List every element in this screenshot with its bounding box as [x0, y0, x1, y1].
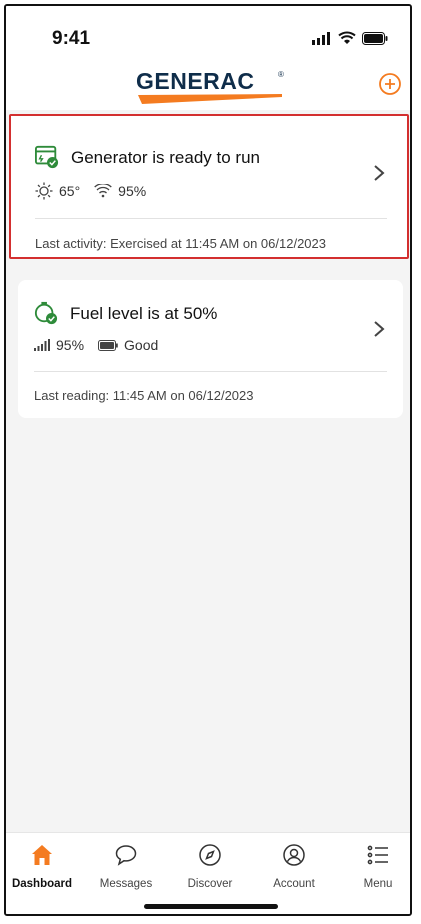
compass-icon	[199, 844, 221, 866]
logo-text: GENERAC	[136, 68, 255, 94]
logo-swoosh	[138, 94, 282, 104]
home-indicator[interactable]	[144, 904, 278, 909]
fuel-level-card[interactable]: Fuel level is at 50% 95% Good Last readi…	[18, 280, 403, 418]
status-icons	[312, 31, 388, 45]
last-reading-text: Last reading: 11:45 AM on 06/12/2023	[34, 388, 254, 403]
account-icon	[283, 844, 305, 866]
cellular-signal-icon	[312, 31, 330, 45]
wifi-signal-icon	[94, 184, 112, 198]
battery-icon	[98, 339, 118, 351]
sun-icon	[35, 182, 53, 200]
status-bar: 9:41	[6, 6, 410, 68]
home-icon	[32, 845, 52, 865]
logo-registered-mark: ®	[278, 70, 284, 79]
card-divider	[34, 371, 387, 372]
tab-account[interactable]: Account	[254, 843, 334, 890]
chevron-right-icon	[374, 321, 385, 337]
add-device-button[interactable]	[378, 72, 402, 96]
signal-strength-value: 95%	[56, 337, 85, 353]
fuel-meta: 95% Good	[34, 337, 166, 353]
app-header: GENERAC ®	[6, 68, 410, 110]
tab-label: Messages	[99, 878, 153, 890]
generator-meta: 65° 95%	[35, 182, 154, 200]
card-divider	[35, 218, 387, 219]
temperature-value: 65°	[59, 183, 81, 199]
tab-label: Dashboard	[11, 878, 73, 890]
tab-dashboard[interactable]: Dashboard	[6, 843, 82, 890]
tab-menu[interactable]: Menu	[338, 843, 410, 890]
tab-messages[interactable]: Messages	[86, 843, 166, 890]
generator-status-title: Generator is ready to run	[71, 148, 260, 167]
generator-icon	[35, 145, 59, 169]
generator-status-card[interactable]: Generator is ready to run 65° 95% Last a…	[9, 114, 409, 259]
tab-label: Discover	[187, 878, 233, 890]
battery-status-value: Good	[124, 337, 159, 353]
status-time: 9:41	[52, 28, 91, 49]
wifi-icon	[338, 31, 356, 44]
tab-discover[interactable]: Discover	[170, 843, 250, 890]
generac-logo: GENERAC ®	[136, 68, 286, 106]
battery-icon	[362, 31, 388, 45]
tab-label: Account	[273, 878, 315, 890]
cellular-signal-icon	[34, 339, 50, 351]
menu-list-icon	[367, 845, 388, 865]
last-activity-text: Last activity: Exercised at 11:45 AM on …	[35, 236, 326, 251]
fuel-level-title: Fuel level is at 50%	[70, 304, 218, 323]
app-screen: 9:41 GENERAC ® Generator is ready to run	[4, 4, 412, 916]
tab-label: Menu	[363, 878, 393, 890]
fuel-gauge-icon	[34, 301, 58, 325]
wifi-strength-value: 95%	[118, 183, 147, 199]
chat-bubble-icon	[115, 845, 137, 866]
chevron-right-icon	[374, 165, 385, 181]
